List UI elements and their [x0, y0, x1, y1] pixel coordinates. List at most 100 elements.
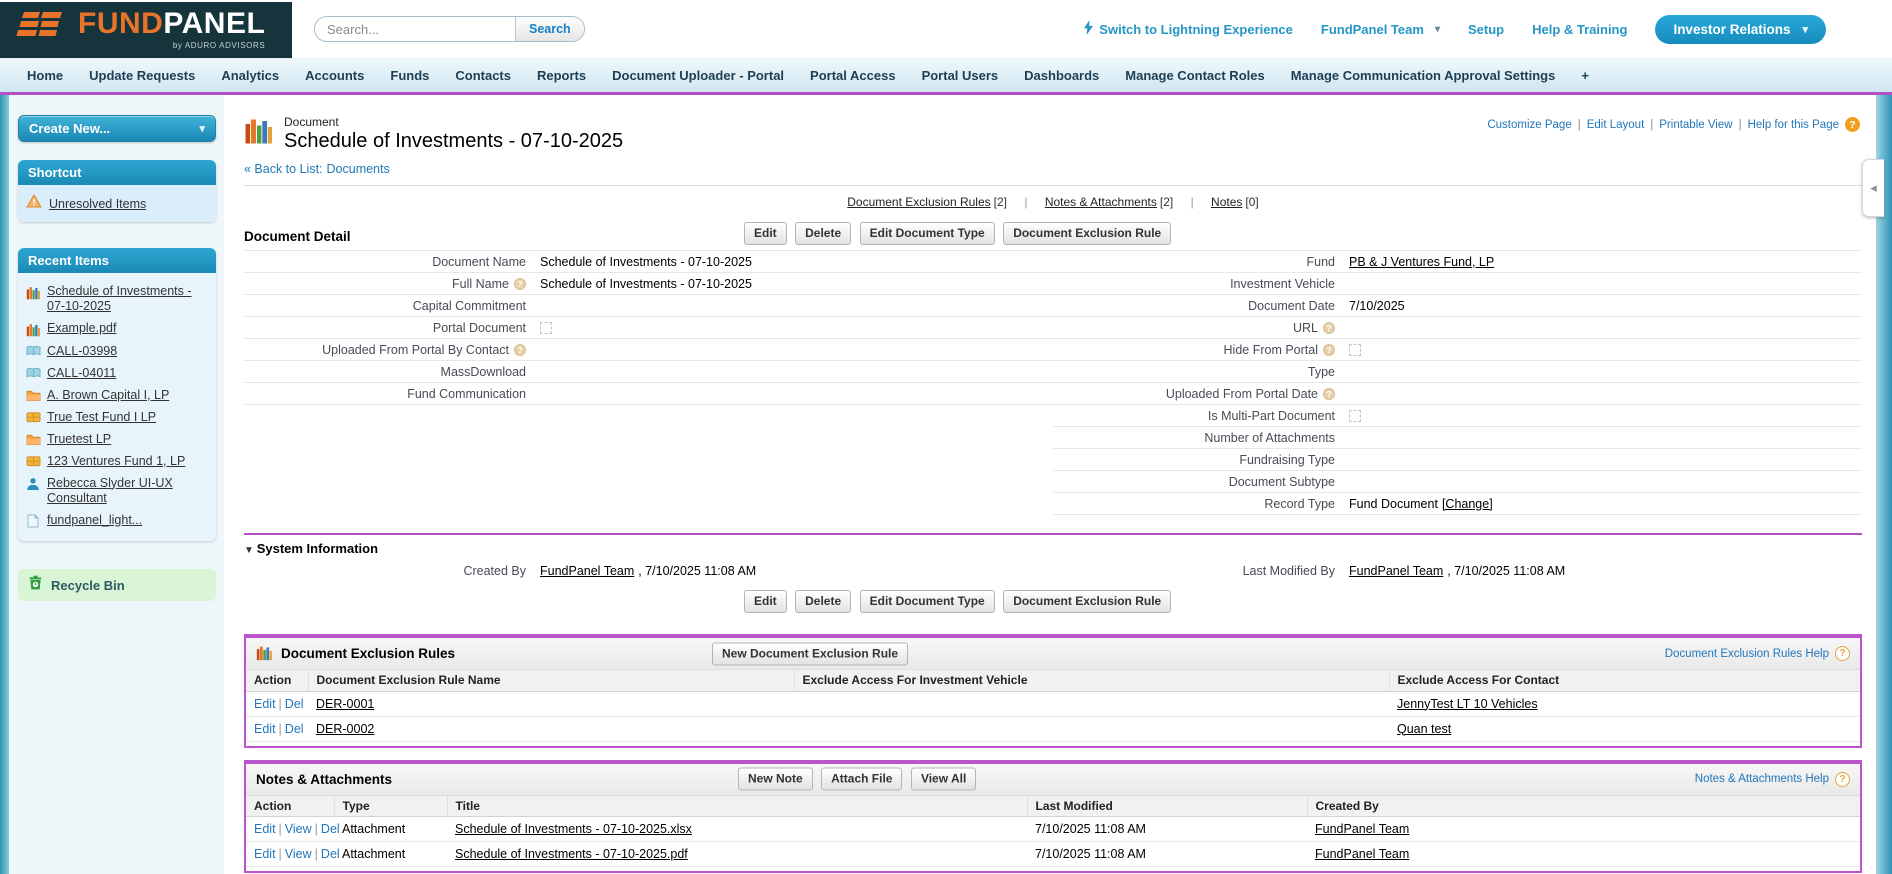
der-hover-link[interactable]: Document Exclusion Rules: [847, 195, 990, 209]
edit-document-type-button[interactable]: Edit Document Type: [859, 590, 995, 613]
recycle-bin[interactable]: Recycle Bin: [18, 569, 216, 601]
created-by-user-link[interactable]: FundPanel Team: [540, 564, 634, 578]
list-item: Schedule of Investments - 07-10-2025: [25, 280, 211, 317]
collapse-sidebar-handle[interactable]: [1862, 159, 1884, 217]
edit-button[interactable]: Edit: [744, 222, 787, 245]
recent-item-link[interactable]: 123 Ventures Fund 1, LP: [47, 454, 185, 469]
back-to-list-link[interactable]: Documents: [327, 162, 390, 176]
customize-page-link[interactable]: Customize Page: [1487, 119, 1571, 131]
contact-record-link[interactable]: JennyTest LT 10 Vehicles: [1397, 697, 1538, 711]
tab-portal-users[interactable]: Portal Users: [909, 68, 1012, 83]
contact-record-link[interactable]: Quan test: [1397, 722, 1451, 736]
list-item: fundpanel_light...: [25, 509, 211, 531]
contact-person-icon: [25, 477, 41, 491]
view-row-link[interactable]: View: [285, 847, 312, 861]
shortcut-panel-title: Shortcut: [18, 160, 216, 185]
edit-row-link[interactable]: Edit: [254, 822, 276, 836]
created-by-user-link[interactable]: FundPanel Team: [1315, 847, 1409, 861]
change-record-type-link[interactable]: [Change]: [1442, 497, 1493, 511]
edit-row-link[interactable]: Edit: [254, 697, 276, 711]
tab-update-requests[interactable]: Update Requests: [76, 68, 208, 83]
new-document-exclusion-rule-button[interactable]: New Document Exclusion Rule: [712, 642, 909, 665]
new-note-button[interactable]: New Note: [738, 767, 813, 791]
tab-analytics[interactable]: Analytics: [208, 68, 292, 83]
account-folder-icon: [25, 389, 41, 402]
tab-dashboards[interactable]: Dashboards: [1011, 68, 1112, 83]
field-help-icon[interactable]: [1323, 387, 1335, 400]
delete-row-link[interactable]: Del: [321, 822, 340, 836]
list-item: CALL-03998: [25, 340, 211, 362]
delete-button[interactable]: Delete: [795, 222, 852, 245]
der-record-link[interactable]: DER-0002: [316, 722, 374, 736]
add-tab-button[interactable]: +: [1568, 68, 1602, 83]
der-help-link[interactable]: Document Exclusion Rules Help: [1665, 648, 1829, 660]
der-record-link[interactable]: DER-0001: [316, 697, 374, 711]
edit-button[interactable]: Edit: [744, 590, 787, 613]
create-new-dropdown[interactable]: Create New...: [18, 115, 216, 142]
field-help-icon[interactable]: [514, 277, 526, 290]
field-help-icon[interactable]: [1323, 343, 1335, 356]
search-button[interactable]: Search: [515, 17, 584, 41]
delete-button[interactable]: Delete: [795, 590, 852, 613]
help-for-page-link[interactable]: Help for this Page: [1748, 119, 1839, 131]
recent-item-link[interactable]: Schedule of Investments - 07-10-2025: [47, 284, 211, 314]
switch-to-lightning-link[interactable]: Switch to Lightning Experience: [1084, 20, 1293, 38]
record-type-label: Document: [284, 115, 339, 129]
document-exclusion-rule-button[interactable]: Document Exclusion Rule: [1003, 222, 1172, 245]
unresolved-items-link[interactable]: Unresolved Items: [49, 197, 146, 211]
recent-item-link[interactable]: CALL-04011: [47, 366, 116, 381]
recent-item-link[interactable]: A. Brown Capital I, LP: [47, 388, 169, 403]
field-help-icon[interactable]: [514, 343, 526, 356]
tab-portal-access[interactable]: Portal Access: [797, 68, 909, 83]
edit-row-link[interactable]: Edit: [254, 847, 276, 861]
tab-manage-communication-approval-settings[interactable]: Manage Communication Approval Settings: [1278, 68, 1569, 83]
recent-item-link[interactable]: Example.pdf: [47, 321, 116, 336]
attach-file-button[interactable]: Attach File: [821, 767, 903, 791]
column-header: Action: [246, 670, 309, 692]
tab-document-uploader-portal[interactable]: Document Uploader - Portal: [599, 68, 797, 83]
list-item: True Test Fund I LP: [25, 406, 211, 428]
recent-item-link[interactable]: CALL-03998: [47, 344, 117, 359]
list-item: CALL-04011: [25, 362, 211, 384]
view-all-button[interactable]: View All: [910, 767, 977, 791]
fund-record-link[interactable]: PB & J Ventures Fund, LP: [1349, 255, 1494, 269]
recent-item-link[interactable]: fundpanel_light...: [47, 513, 142, 528]
notes-hover-link[interactable]: Notes: [1211, 195, 1242, 209]
help-icon[interactable]: [1835, 646, 1850, 661]
search-input[interactable]: [315, 17, 515, 41]
setup-link[interactable]: Setup: [1468, 22, 1504, 37]
tab-contacts[interactable]: Contacts: [442, 68, 524, 83]
field-help-icon[interactable]: [1323, 321, 1335, 334]
delete-row-link[interactable]: Del: [285, 697, 304, 711]
brand-logo: FUNDPANEL by ADURO ADVISORS: [0, 1, 292, 58]
edit-layout-link[interactable]: Edit Layout: [1587, 119, 1645, 131]
help-training-link[interactable]: Help & Training: [1532, 22, 1627, 37]
recent-item-link[interactable]: Truetest LP: [47, 432, 111, 447]
created-by-user-link[interactable]: FundPanel Team: [1315, 822, 1409, 836]
attachment-title-link[interactable]: Schedule of Investments - 07-10-2025.pdf: [455, 847, 688, 861]
document-exclusion-rule-button[interactable]: Document Exclusion Rule: [1003, 590, 1172, 613]
system-information-header[interactable]: System Information: [244, 535, 1862, 560]
help-icon[interactable]: [1845, 117, 1860, 132]
tab-funds[interactable]: Funds: [377, 68, 442, 83]
help-icon[interactable]: [1835, 771, 1850, 787]
edit-document-type-button[interactable]: Edit Document Type: [859, 222, 995, 245]
tab-reports[interactable]: Reports: [524, 68, 599, 83]
tab-accounts[interactable]: Accounts: [292, 68, 377, 83]
user-menu[interactable]: FundPanel Team: [1321, 22, 1440, 37]
tab-home[interactable]: Home: [14, 68, 76, 83]
notes-attachments-hover-link[interactable]: Notes & Attachments: [1045, 195, 1157, 209]
edit-row-link[interactable]: Edit: [254, 722, 276, 736]
attachment-title-link[interactable]: Schedule of Investments - 07-10-2025.xls…: [455, 822, 692, 836]
notes-help-link[interactable]: Notes & Attachments Help: [1695, 773, 1829, 785]
recent-item-link[interactable]: True Test Fund I LP: [47, 410, 156, 425]
file-icon: [25, 513, 41, 528]
modified-by-user-link[interactable]: FundPanel Team: [1349, 564, 1443, 578]
view-row-link[interactable]: View: [285, 822, 312, 836]
recent-item-link[interactable]: Rebecca Slyder UI-UX Consultant: [47, 476, 211, 506]
app-menu-button[interactable]: Investor Relations: [1655, 14, 1826, 44]
tab-manage-contact-roles[interactable]: Manage Contact Roles: [1112, 68, 1277, 83]
printable-view-link[interactable]: Printable View: [1659, 119, 1732, 131]
delete-row-link[interactable]: Del: [321, 847, 340, 861]
delete-row-link[interactable]: Del: [285, 722, 304, 736]
